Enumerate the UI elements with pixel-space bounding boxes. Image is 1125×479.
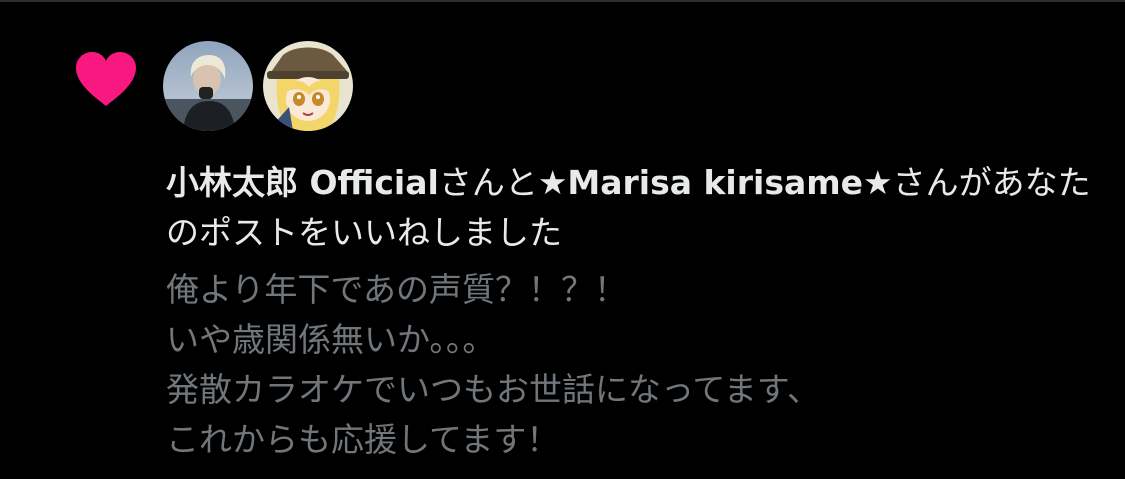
- avatar-illustration-2: [263, 41, 353, 131]
- avatar-user-2[interactable]: [263, 41, 353, 131]
- notification-text: 小林太郎 Officialさんと★Marisa kirisame★さんがあなたの…: [166, 158, 1106, 258]
- heart-icon: [76, 52, 136, 106]
- post-line-2: いや歳関係無いか。。。: [166, 320, 496, 359]
- post-line-1: 俺より年下であの声質？！？！: [166, 270, 628, 309]
- top-divider: [0, 0, 1125, 2]
- user-name-1[interactable]: 小林太郎 Official: [166, 163, 439, 202]
- post-preview[interactable]: 俺より年下であの声質？！？！ いや歳関係無いか。。。 発散カラオケでいつもお世話…: [166, 265, 1106, 465]
- connector-text-1: さんと: [438, 163, 538, 202]
- post-line-3: 発散カラオケでいつもお世話になってます、: [166, 370, 821, 409]
- avatar-photo-1: [163, 41, 253, 131]
- post-line-4: これからも応援してます！: [166, 420, 560, 459]
- avatar-user-1[interactable]: [163, 41, 253, 131]
- user-name-2[interactable]: ★Marisa kirisame★: [538, 163, 893, 202]
